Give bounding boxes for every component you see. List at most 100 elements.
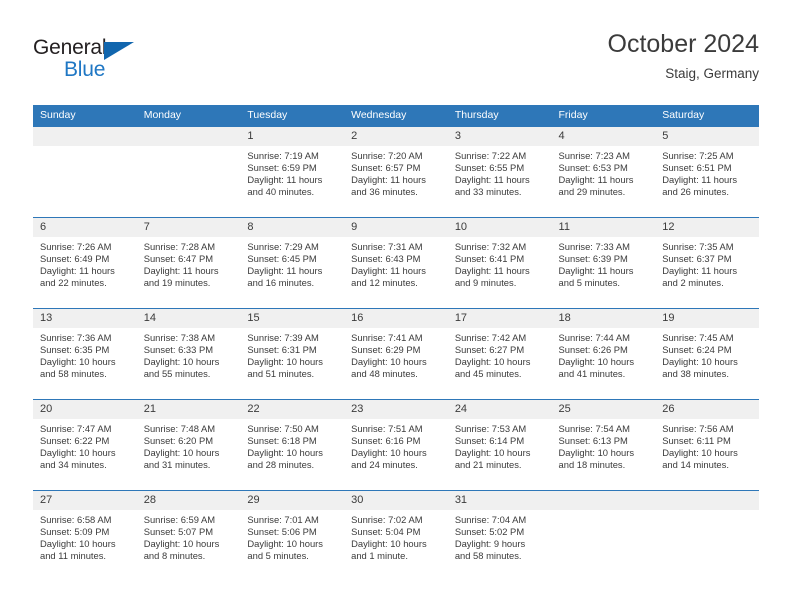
calendar-day-cell-empty [33, 126, 137, 218]
day-info-line: and 48 minutes. [351, 368, 418, 380]
day-number: 16 [344, 309, 448, 328]
calendar-week-row: 20 Sunrise: 7:47 AM Sunset: 6:22 PM Dayligh… [33, 399, 759, 491]
day-info-line: Sunset: 6:51 PM [662, 162, 732, 174]
calendar-day-cell[interactable]: 14 Sunrise: 7:38 AM Sunset: 6:33 PM Dayligh… [136, 308, 241, 400]
day-info-line: Sunrise: 7:25 AM [662, 150, 734, 161]
day-cell-inner: 2 Sunrise: 7:20 AM Sunset: 6:57 PM Daylight… [344, 127, 448, 217]
day-info-line: and 34 minutes. [40, 459, 107, 471]
calendar-day-cell[interactable]: 11 Sunrise: 7:33 AM Sunset: 6:39 PM Dayligh… [551, 217, 656, 309]
day-info-line: Sunrise: 6:59 AM [143, 514, 216, 525]
day-number: 6 [33, 218, 137, 237]
day-info-line: Sunrise: 7:38 AM [143, 332, 216, 343]
weekday-header-monday: Monday [136, 105, 241, 127]
day-info-line: Sunrise: 7:26 AM [40, 241, 112, 252]
day-sun-info: Sunrise: 7:50 AM Sunset: 6:18 PM Daylight:… [240, 419, 344, 471]
calendar-day-cell[interactable]: 29 Sunrise: 7:01 AM Sunset: 5:06 PM Dayligh… [240, 490, 345, 581]
calendar-day-cell[interactable]: 19 Sunrise: 7:45 AM Sunset: 6:24 PM Dayligh… [655, 308, 759, 400]
day-cell-inner: 4 Sunrise: 7:23 AM Sunset: 6:53 PM Daylight… [551, 127, 656, 217]
day-info-line: and 19 minutes. [143, 277, 211, 289]
day-number: 29 [240, 491, 345, 510]
day-cell-inner: 9 Sunrise: 7:31 AM Sunset: 6:43 PM Daylight… [344, 218, 448, 308]
day-cell-inner: 24 Sunrise: 7:53 AM Sunset: 6:14 PM Dayligh… [447, 400, 552, 490]
day-info-line: Sunrise: 7:56 AM [662, 423, 734, 434]
day-cell-inner: 6 Sunrise: 7:26 AM Sunset: 6:49 PM Daylight… [33, 218, 137, 308]
day-cell-inner: 18 Sunrise: 7:44 AM Sunset: 6:26 PM Dayligh… [551, 309, 656, 399]
day-cell-inner: 14 Sunrise: 7:38 AM Sunset: 6:33 PM Dayligh… [136, 309, 241, 399]
day-info-line: Daylight: 10 hours [247, 356, 323, 368]
weekday-header-saturday: Saturday [655, 105, 759, 127]
day-info-line: Sunset: 6:45 PM [247, 253, 317, 265]
day-cell-inner: 30 Sunrise: 7:02 AM Sunset: 5:04 PM Dayligh… [344, 491, 448, 581]
day-info-line: Sunrise: 7:28 AM [143, 241, 216, 252]
calendar-day-cell[interactable]: 15 Sunrise: 7:39 AM Sunset: 6:31 PM Dayligh… [240, 308, 345, 400]
day-info-line: Sunset: 6:39 PM [558, 253, 628, 265]
day-number: 7 [136, 218, 241, 237]
day-info-line: and 16 minutes. [247, 277, 315, 289]
calendar-grid: Sunday Monday Tuesday Wednesday Thursday… [33, 105, 759, 581]
calendar-day-cell[interactable]: 21 Sunrise: 7:48 AM Sunset: 6:20 PM Dayligh… [136, 399, 241, 491]
calendar-day-cell[interactable]: 27 Sunrise: 6:58 AM Sunset: 5:09 PM Dayligh… [33, 490, 137, 581]
day-sun-info [552, 510, 656, 514]
day-sun-info: Sunrise: 7:38 AM Sunset: 6:33 PM Daylight:… [137, 328, 241, 380]
day-number: 25 [551, 400, 656, 419]
day-info-line: Sunrise: 7:48 AM [143, 423, 216, 434]
day-info-line: Sunset: 6:59 PM [247, 162, 317, 174]
calendar-day-cell[interactable]: 24 Sunrise: 7:53 AM Sunset: 6:14 PM Dayligh… [447, 399, 552, 491]
day-info-line: and 58 minutes. [40, 368, 107, 380]
day-info-line: Sunrise: 7:44 AM [558, 332, 630, 343]
day-cell-inner: 19 Sunrise: 7:45 AM Sunset: 6:24 PM Dayligh… [655, 309, 759, 399]
day-info-line: Daylight: 10 hours [662, 447, 738, 459]
calendar-day-cell[interactable]: 16 Sunrise: 7:41 AM Sunset: 6:29 PM Dayligh… [344, 308, 448, 400]
day-info-line: Daylight: 10 hours [454, 447, 531, 459]
calendar-day-cell[interactable]: 20 Sunrise: 7:47 AM Sunset: 6:22 PM Dayligh… [33, 399, 137, 491]
day-info-line: Sunset: 6:57 PM [351, 162, 421, 174]
day-number: 4 [551, 127, 656, 146]
calendar-day-cell[interactable]: 13 Sunrise: 7:36 AM Sunset: 6:35 PM Dayligh… [33, 308, 137, 400]
day-info-line: Sunset: 6:11 PM [662, 435, 731, 447]
day-info-line: and 28 minutes. [247, 459, 315, 471]
calendar-day-cell[interactable]: 4 Sunrise: 7:23 AM Sunset: 6:53 PM Daylight… [551, 126, 656, 218]
calendar-day-cell[interactable]: 9 Sunrise: 7:31 AM Sunset: 6:43 PM Daylight… [344, 217, 448, 309]
day-info-line: Daylight: 11 hours [351, 174, 426, 186]
calendar-week-row: 6 Sunrise: 7:26 AM Sunset: 6:49 PM Daylight… [33, 217, 759, 309]
calendar-day-cell[interactable]: 18 Sunrise: 7:44 AM Sunset: 6:26 PM Dayligh… [551, 308, 656, 400]
page-title: October 2024 [607, 30, 760, 58]
day-sun-info: Sunrise: 7:48 AM Sunset: 6:20 PM Daylight:… [137, 419, 241, 471]
day-cell-inner [551, 491, 656, 581]
day-info-line: Sunrise: 6:58 AM [40, 514, 112, 525]
day-info-line: Sunset: 6:24 PM [662, 344, 732, 356]
day-info-line: and 22 minutes. [40, 277, 107, 289]
calendar-day-cell[interactable]: 3 Sunrise: 7:22 AM Sunset: 6:55 PM Daylight… [447, 126, 552, 218]
calendar-day-cell[interactable]: 7 Sunrise: 7:28 AM Sunset: 6:47 PM Daylight… [136, 217, 241, 309]
day-info-line: and 31 minutes. [143, 459, 211, 471]
day-sun-info: Sunrise: 7:28 AM Sunset: 6:47 PM Daylight:… [137, 237, 241, 289]
calendar-day-cell[interactable]: 31 Sunrise: 7:04 AM Sunset: 5:02 PM Dayligh… [447, 490, 552, 581]
day-info-line: and 14 minutes. [662, 459, 729, 471]
day-number: 31 [447, 491, 552, 510]
day-info-line: and 12 minutes. [351, 277, 418, 289]
calendar-day-cell[interactable]: 23 Sunrise: 7:51 AM Sunset: 6:16 PM Dayligh… [344, 399, 448, 491]
day-number: 17 [447, 309, 552, 328]
day-info-line: and 9 minutes. [454, 277, 517, 289]
day-cell-inner: 8 Sunrise: 7:29 AM Sunset: 6:45 PM Daylight… [240, 218, 345, 308]
calendar-day-cell[interactable]: 8 Sunrise: 7:29 AM Sunset: 6:45 PM Daylight… [240, 217, 345, 309]
calendar-day-cell[interactable]: 26 Sunrise: 7:56 AM Sunset: 6:11 PM Dayligh… [655, 399, 759, 491]
calendar-day-cell[interactable]: 10 Sunrise: 7:32 AM Sunset: 6:41 PM Dayligh… [447, 217, 552, 309]
calendar-day-cell[interactable]: 22 Sunrise: 7:50 AM Sunset: 6:18 PM Dayligh… [240, 399, 345, 491]
calendar-day-cell[interactable]: 2 Sunrise: 7:20 AM Sunset: 6:57 PM Daylight… [344, 126, 448, 218]
day-sun-info: Sunrise: 7:45 AM Sunset: 6:24 PM Daylight:… [655, 328, 759, 380]
day-number: 9 [344, 218, 448, 237]
general-blue-logo: General Blue [33, 36, 153, 88]
calendar-day-cell[interactable]: 5 Sunrise: 7:25 AM Sunset: 6:51 PM Daylight… [655, 126, 759, 218]
day-info-line: Sunset: 6:49 PM [40, 253, 110, 265]
calendar-page: General Blue October 2024 Staig, Germany… [0, 0, 792, 612]
calendar-day-cell[interactable]: 6 Sunrise: 7:26 AM Sunset: 6:49 PM Daylight… [33, 217, 137, 309]
day-sun-info: Sunrise: 7:31 AM Sunset: 6:43 PM Daylight:… [344, 237, 448, 289]
calendar-day-cell[interactable]: 17 Sunrise: 7:42 AM Sunset: 6:27 PM Dayligh… [447, 308, 552, 400]
day-sun-info: Sunrise: 6:58 AM Sunset: 5:09 PM Daylight:… [33, 510, 137, 562]
calendar-day-cell[interactable]: 1 Sunrise: 7:19 AM Sunset: 6:59 PM Daylight… [240, 126, 345, 218]
calendar-day-cell[interactable]: 25 Sunrise: 7:54 AM Sunset: 6:13 PM Dayligh… [551, 399, 656, 491]
calendar-day-cell[interactable]: 30 Sunrise: 7:02 AM Sunset: 5:04 PM Dayligh… [344, 490, 448, 581]
calendar-day-cell[interactable]: 12 Sunrise: 7:35 AM Sunset: 6:37 PM Dayligh… [655, 217, 759, 309]
calendar-day-cell[interactable]: 28 Sunrise: 6:59 AM Sunset: 5:07 PM Dayligh… [136, 490, 241, 581]
